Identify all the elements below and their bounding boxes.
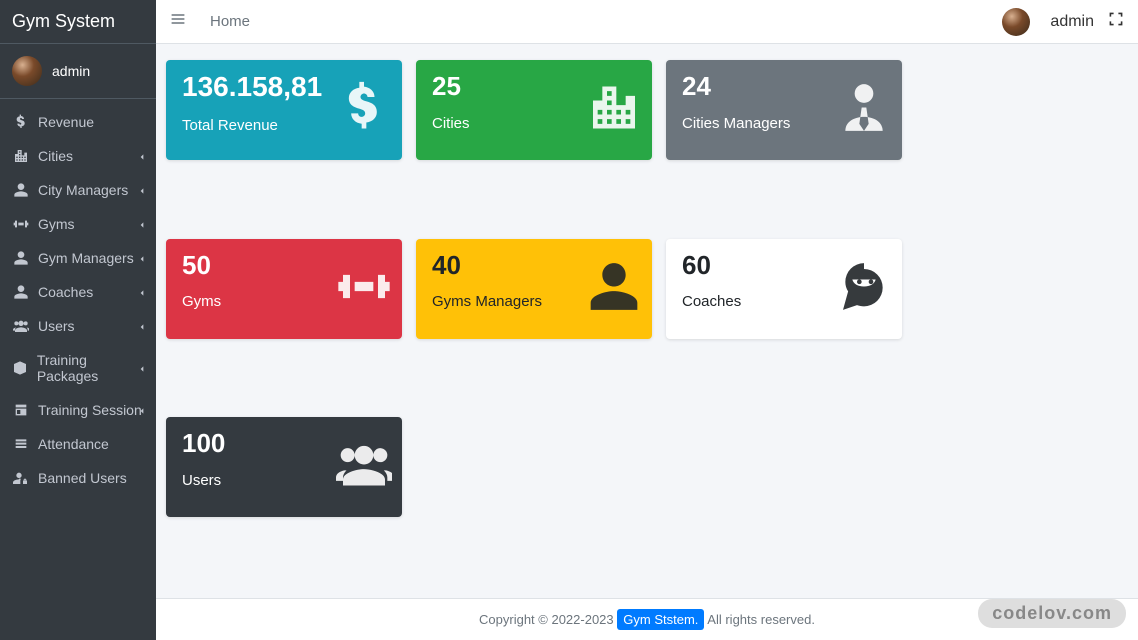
sidebar: Gym System admin Revenue Cities City Manag… [0, 0, 156, 640]
sidebar-item-label: Gym Managers [38, 250, 134, 266]
footer: Copyright © 2022-2023 Gym Ststem. All ri… [156, 598, 1138, 640]
package-icon [10, 360, 31, 376]
sidebar-item-users[interactable]: Users [0, 309, 156, 343]
dumbbell-icon [336, 258, 392, 319]
dollar-icon [10, 114, 32, 130]
sidebar-item-label: Gyms [38, 216, 75, 232]
city-icon [10, 148, 32, 164]
chevron-left-icon [138, 402, 146, 418]
user-icon [586, 258, 642, 319]
brand-title[interactable]: Gym System [0, 0, 156, 44]
sidebar-item-training-packages[interactable]: Training Packages [0, 343, 156, 393]
users-icon [10, 318, 32, 334]
topbar-username: admin [1050, 13, 1094, 31]
sidebar-item-label: Banned Users [38, 470, 127, 486]
userlock-icon [10, 470, 32, 486]
avatar [1002, 8, 1030, 36]
topbar: Home admin [156, 0, 1138, 44]
sidebar-item-gyms[interactable]: Gyms [0, 207, 156, 241]
chevron-left-icon [138, 148, 146, 164]
users-icon [336, 437, 392, 498]
sidebar-item-label: Coaches [38, 284, 93, 300]
stat-card-cities[interactable]: 25Cities [416, 60, 652, 160]
sidebar-nav: Revenue Cities City Managers Gyms Gym Manage… [0, 99, 156, 640]
footer-copyright: Copyright © 2022-2023 [479, 612, 614, 627]
chevron-left-icon [138, 182, 146, 198]
session-icon [10, 402, 32, 418]
chevron-left-icon [138, 360, 146, 376]
menu-toggle-button[interactable] [170, 11, 186, 32]
dumbbell-icon [10, 216, 32, 232]
sidebar-item-label: Revenue [38, 114, 94, 130]
sidebar-user-panel[interactable]: admin [0, 44, 156, 99]
sidebar-item-coaches[interactable]: Coaches [0, 275, 156, 309]
sidebar-item-gym-managers[interactable]: Gym Managers [0, 241, 156, 275]
user-icon [10, 250, 32, 266]
topbar-user[interactable]: admin [1002, 8, 1094, 36]
sidebar-item-label: Training Packages [37, 352, 146, 384]
user-icon [10, 182, 32, 198]
sidebar-item-city-managers[interactable]: City Managers [0, 173, 156, 207]
sidebar-item-banned-users[interactable]: Banned Users [0, 461, 156, 495]
ninja-icon [836, 258, 892, 319]
sidebar-item-label: Cities [38, 148, 73, 164]
sidebar-item-label: Training Session [38, 402, 142, 418]
breadcrumb[interactable]: Home [210, 13, 250, 30]
dollar-icon [336, 80, 392, 141]
sidebar-item-label: Attendance [38, 436, 109, 452]
chevron-left-icon [138, 318, 146, 334]
sidebar-item-training-session[interactable]: Training Session [0, 393, 156, 427]
sidebar-item-label: Users [38, 318, 75, 334]
footer-rights: All rights reserved. [707, 612, 815, 627]
stat-card-gyms-managers[interactable]: 40Gyms Managers [416, 239, 652, 339]
fullscreen-button[interactable] [1108, 11, 1124, 32]
stat-card-cities-managers[interactable]: 24Cities Managers [666, 60, 902, 160]
usertie-icon [836, 80, 892, 141]
chevron-left-icon [138, 216, 146, 232]
stat-card-coaches[interactable]: 60Coaches [666, 239, 902, 339]
city-icon [586, 80, 642, 141]
sidebar-item-attendance[interactable]: Attendance [0, 427, 156, 461]
sidebar-username: admin [52, 63, 90, 79]
sidebar-item-label: City Managers [38, 182, 128, 198]
stat-card-total-revenue[interactable]: 136.158,81Total Revenue [166, 60, 402, 160]
chevron-left-icon [138, 250, 146, 266]
footer-link[interactable]: Gym Ststem. [617, 609, 704, 630]
sidebar-item-revenue[interactable]: Revenue [0, 105, 156, 139]
dashboard-cards: 136.158,81Total Revenue25Cities24Cities … [156, 44, 1138, 598]
avatar [12, 56, 42, 86]
chevron-left-icon [138, 284, 146, 300]
stat-card-gyms[interactable]: 50Gyms [166, 239, 402, 339]
list-icon [10, 436, 32, 452]
stat-card-users[interactable]: 100Users [166, 417, 402, 517]
user-icon [10, 284, 32, 300]
sidebar-item-cities[interactable]: Cities [0, 139, 156, 173]
